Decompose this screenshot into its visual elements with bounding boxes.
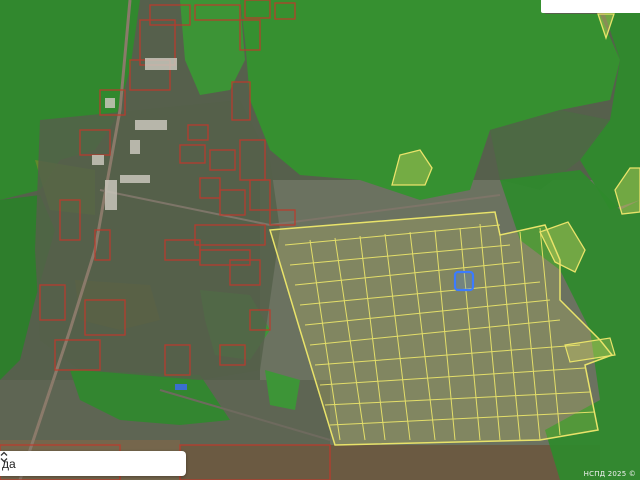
map-attribution: НСПД 2025 © (583, 470, 636, 478)
satellite-imagery (0, 0, 640, 480)
cadastral-map[interactable]: да НСПД 2025 © (0, 0, 640, 480)
top-right-panel (541, 0, 640, 13)
layer-select[interactable]: да (0, 451, 186, 476)
